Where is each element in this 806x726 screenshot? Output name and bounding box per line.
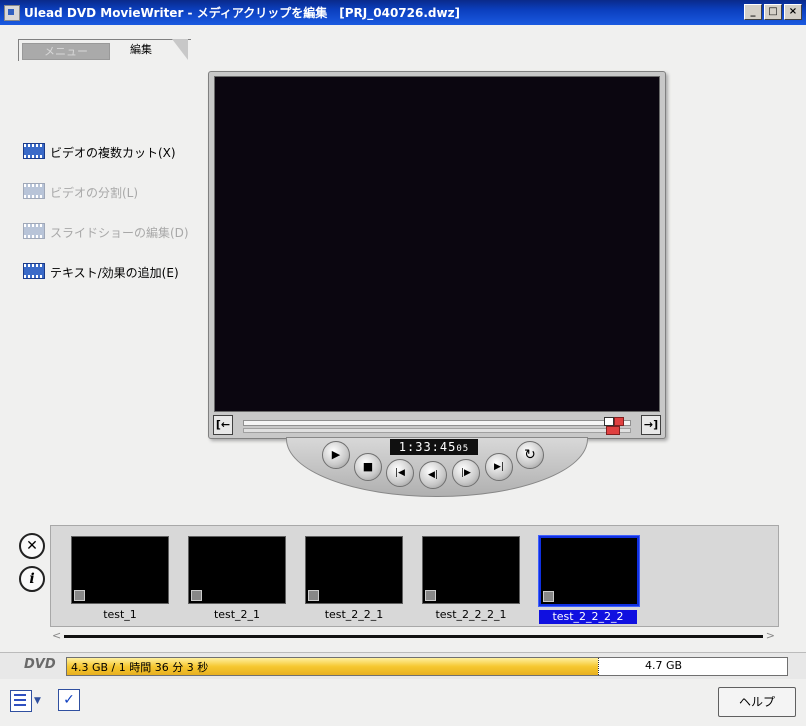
clip-label: test_2_2_2_2 [539,610,637,624]
clip-type-icon [425,590,436,601]
clip-thumbnail[interactable] [188,536,286,604]
clip-tray-scrollbar[interactable]: < > [50,629,777,643]
list-view-button[interactable]: ▼ [10,689,44,713]
timecode-frames: 05 [456,444,470,454]
film-icon [22,140,48,164]
timecode-display[interactable]: 1:33:4505 ▲▼ [390,439,478,472]
mark-in-button[interactable]: [← [213,415,233,435]
clip-label: test_2_2_2_1 [435,608,507,621]
capacity-max-text: 4.7 GB [645,659,683,672]
trim-end-handle[interactable] [614,417,624,426]
window-title: Ulead DVD MovieWriter - メディアクリップを編集 [PRJ… [24,6,461,20]
clip-item[interactable]: test_2_2_2_1 [422,536,520,622]
scroll-right-arrow[interactable]: > [766,629,775,642]
capacity-marker [598,658,599,675]
capacity-bar: 4.3 GB / 1 時間 36 分 3 秒 4.7 GB [66,657,788,676]
clip-label: test_2_1 [213,608,261,621]
clip-thumbnail[interactable] [422,536,520,604]
clip-item[interactable]: test_2_2_1 [305,536,403,622]
clip-thumbnail[interactable] [538,535,640,607]
task-label: ビデオの複数カット(X) [50,145,176,160]
clip-item[interactable]: test_1 [71,536,169,622]
trim-bar[interactable] [243,417,631,426]
clip-type-icon [308,590,319,601]
task-split-video: ビデオの分割(L) [22,180,138,204]
timecode-main: 1:33:45 [398,440,457,454]
list-icon [10,690,32,712]
mode-tabs: メニュー 編集 [18,39,191,61]
play-button[interactable]: ▶ [322,441,350,469]
next-frame-button[interactable]: |▶ [452,459,480,487]
clip-tray: test_1 test_2_1 test_2_2_1 test_2_2_2_1 … [50,525,779,627]
chevron-down-icon: ▼ [34,696,41,706]
last-frame-button[interactable]: ▶| [485,453,513,481]
clip-type-icon [74,590,85,601]
delete-clip-button[interactable]: ✕ [19,533,45,559]
first-frame-button[interactable]: |◀ [386,459,414,487]
close-button[interactable]: × [784,4,802,20]
maximize-button[interactable]: □ [764,4,782,20]
task-add-text-effects[interactable]: テキスト/効果の追加(E) [22,260,179,284]
task-label: スライドショーの編集(D) [50,225,189,240]
film-icon [22,220,48,244]
film-icon [22,260,48,284]
film-icon [22,180,48,204]
scroll-thumb[interactable] [64,635,763,638]
preview-window: [← →] [208,71,666,439]
minimize-button[interactable]: _ [744,4,762,20]
clip-item[interactable]: test_2_1 [188,536,286,622]
task-label: ビデオの分割(L) [50,185,139,200]
capacity-row: DVD 4.3 GB / 1 時間 36 分 3 秒 4.7 GB [0,652,806,680]
disc-type-label: DVD [24,657,56,672]
title-bar: Ulead DVD MovieWriter - メディアクリップを編集 [PRJ… [0,0,806,25]
clip-info-button[interactable]: i [19,566,45,592]
task-label: テキスト/効果の追加(E) [50,265,179,280]
clip-item-selected[interactable]: test_2_2_2_2 [538,535,640,624]
footer: ▼ ✓ ヘルプ [0,679,806,726]
clip-type-icon [191,590,202,601]
stop-button[interactable]: ■ [354,453,382,481]
help-button[interactable]: ヘルプ [718,687,796,717]
mark-out-button[interactable]: →] [641,415,661,435]
clip-label: test_2_2_1 [324,608,384,621]
tab-slant [172,39,188,60]
clip-thumbnail[interactable] [71,536,169,604]
playhead[interactable] [606,426,620,435]
jog-bar[interactable] [243,426,631,435]
trim-start-handle[interactable] [604,417,614,426]
task-multi-trim[interactable]: ビデオの複数カット(X) [22,140,176,164]
scroll-left-arrow[interactable]: < [52,629,61,642]
clip-label: test_1 [103,608,137,621]
tab-menu[interactable]: メニュー [22,43,110,60]
check-button[interactable]: ✓ [58,689,80,711]
clip-thumbnail[interactable] [305,536,403,604]
prev-frame-button[interactable]: ◀| [419,461,447,489]
main-panel: メニュー 編集 ビデオの複数カット(X) ビデオの分割(L) スライドショーの編… [0,25,806,726]
tab-edit[interactable]: 編集 [110,41,172,59]
repeat-button[interactable]: ↻ [516,441,544,469]
app-icon [4,4,20,21]
capacity-used-text: 4.3 GB / 1 時間 36 分 3 秒 [71,661,209,674]
window-controls: _ □ × [744,4,802,20]
clip-type-icon [543,591,554,602]
video-preview[interactable] [214,76,660,412]
task-edit-slideshow: スライドショーの編集(D) [22,220,189,244]
